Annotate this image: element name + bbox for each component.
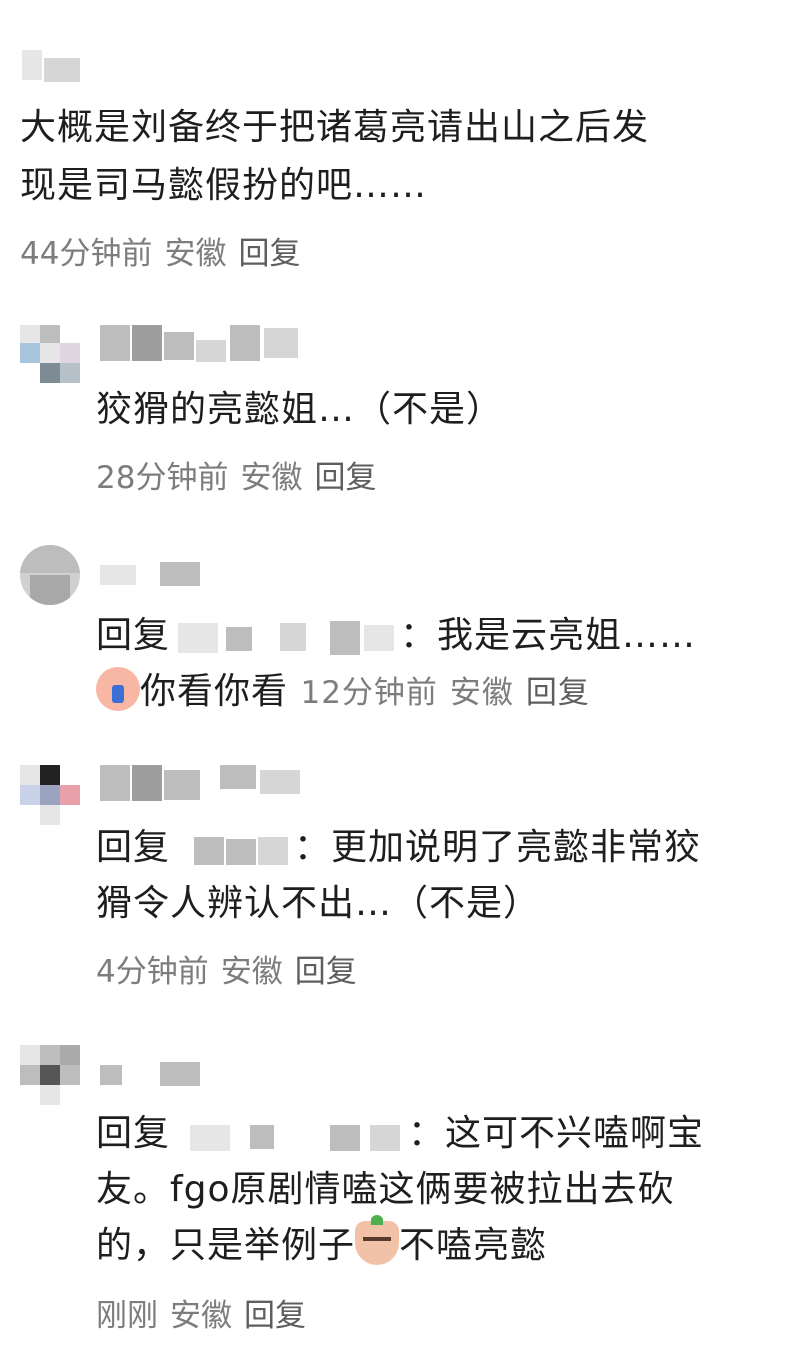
comment-meta: 12分钟前 安徽 回复 bbox=[300, 675, 589, 711]
avatar[interactable] bbox=[20, 325, 80, 385]
comment-location: 安徽 bbox=[170, 1298, 232, 1334]
mentioned-username-blur[interactable] bbox=[170, 617, 400, 655]
comment-text-line: 猾令人辨认不出…（不是） bbox=[96, 883, 541, 924]
reply-prefix: 回复 bbox=[96, 1113, 171, 1154]
mentioned-username-blur[interactable] bbox=[170, 829, 294, 865]
comment-time: 28分钟前 bbox=[96, 460, 229, 496]
reply-button[interactable]: 回复 bbox=[526, 675, 590, 711]
comment-location: 安徽 bbox=[164, 236, 227, 272]
comment-text: ：更加说明了亮懿非常狡 bbox=[294, 827, 702, 868]
comment-location: 安徽 bbox=[449, 675, 514, 711]
comment-line: 你看你看 12分钟前 安徽 回复 bbox=[96, 664, 590, 721]
comment-time: 刚刚 bbox=[96, 1298, 158, 1334]
comment-time: 4分钟前 bbox=[96, 954, 209, 990]
comment-line: 的，只是举例子 不嗑亮懿 bbox=[96, 1215, 548, 1274]
comment-text: 不嗑亮懿 bbox=[399, 1225, 548, 1266]
comment-meta: 28分钟前 安徽 回复 bbox=[96, 452, 376, 497]
comment-meta: 44分钟前 安徽 回复 bbox=[20, 228, 300, 273]
comment-text-line: 大概是刘备终于把诸葛亮请出山之后发 bbox=[20, 107, 650, 148]
comment-text: 狡猾的亮懿姐…（不是） bbox=[96, 389, 504, 430]
reply-prefix: 回复 bbox=[96, 827, 171, 868]
comment-meta: 4分钟前 安徽 回复 bbox=[96, 946, 357, 991]
comment-text: ：这可不兴嗑啊宝 bbox=[408, 1113, 705, 1154]
comment-text-line: 友。fgo原剧情嗑这俩要被拉出去砍 bbox=[96, 1169, 675, 1210]
comment-text: 的，只是举例子 bbox=[96, 1225, 356, 1266]
reply-button[interactable]: 回复 bbox=[244, 1298, 306, 1334]
reply-button[interactable]: 回复 bbox=[238, 236, 300, 272]
comment-line: 回复 ：更加说明了亮懿非常狡 bbox=[96, 820, 701, 876]
mentioned-username-blur[interactable] bbox=[170, 1115, 408, 1151]
comment-line: 回复 ：我是云亮姐…… bbox=[96, 608, 696, 664]
comment-text-line: 现是司马懿假扮的吧…… bbox=[20, 165, 428, 206]
username-blur bbox=[22, 50, 42, 80]
reply-prefix: 回复 bbox=[96, 615, 171, 656]
comment-location: 安徽 bbox=[240, 460, 303, 496]
comment-meta: 刚刚 安徽 回复 bbox=[96, 1290, 306, 1335]
comment-line: 回复 ：这可不兴嗑啊宝 bbox=[96, 1106, 704, 1162]
crying-emoji-icon bbox=[96, 667, 140, 711]
sly-emoji-icon bbox=[355, 1215, 400, 1265]
comment-text: ：我是云亮姐…… bbox=[400, 615, 697, 656]
reply-button[interactable]: 回复 bbox=[314, 460, 376, 496]
avatar[interactable] bbox=[20, 765, 80, 825]
avatar[interactable] bbox=[20, 1045, 80, 1105]
comment-time: 12分钟前 bbox=[300, 675, 438, 711]
username-blur bbox=[44, 58, 80, 82]
comment-location: 安徽 bbox=[220, 954, 283, 990]
avatar[interactable] bbox=[20, 545, 80, 605]
comment-text: 你看你看 bbox=[140, 671, 289, 712]
reply-button[interactable]: 回复 bbox=[295, 954, 357, 990]
comment-time: 44分钟前 bbox=[20, 236, 153, 272]
